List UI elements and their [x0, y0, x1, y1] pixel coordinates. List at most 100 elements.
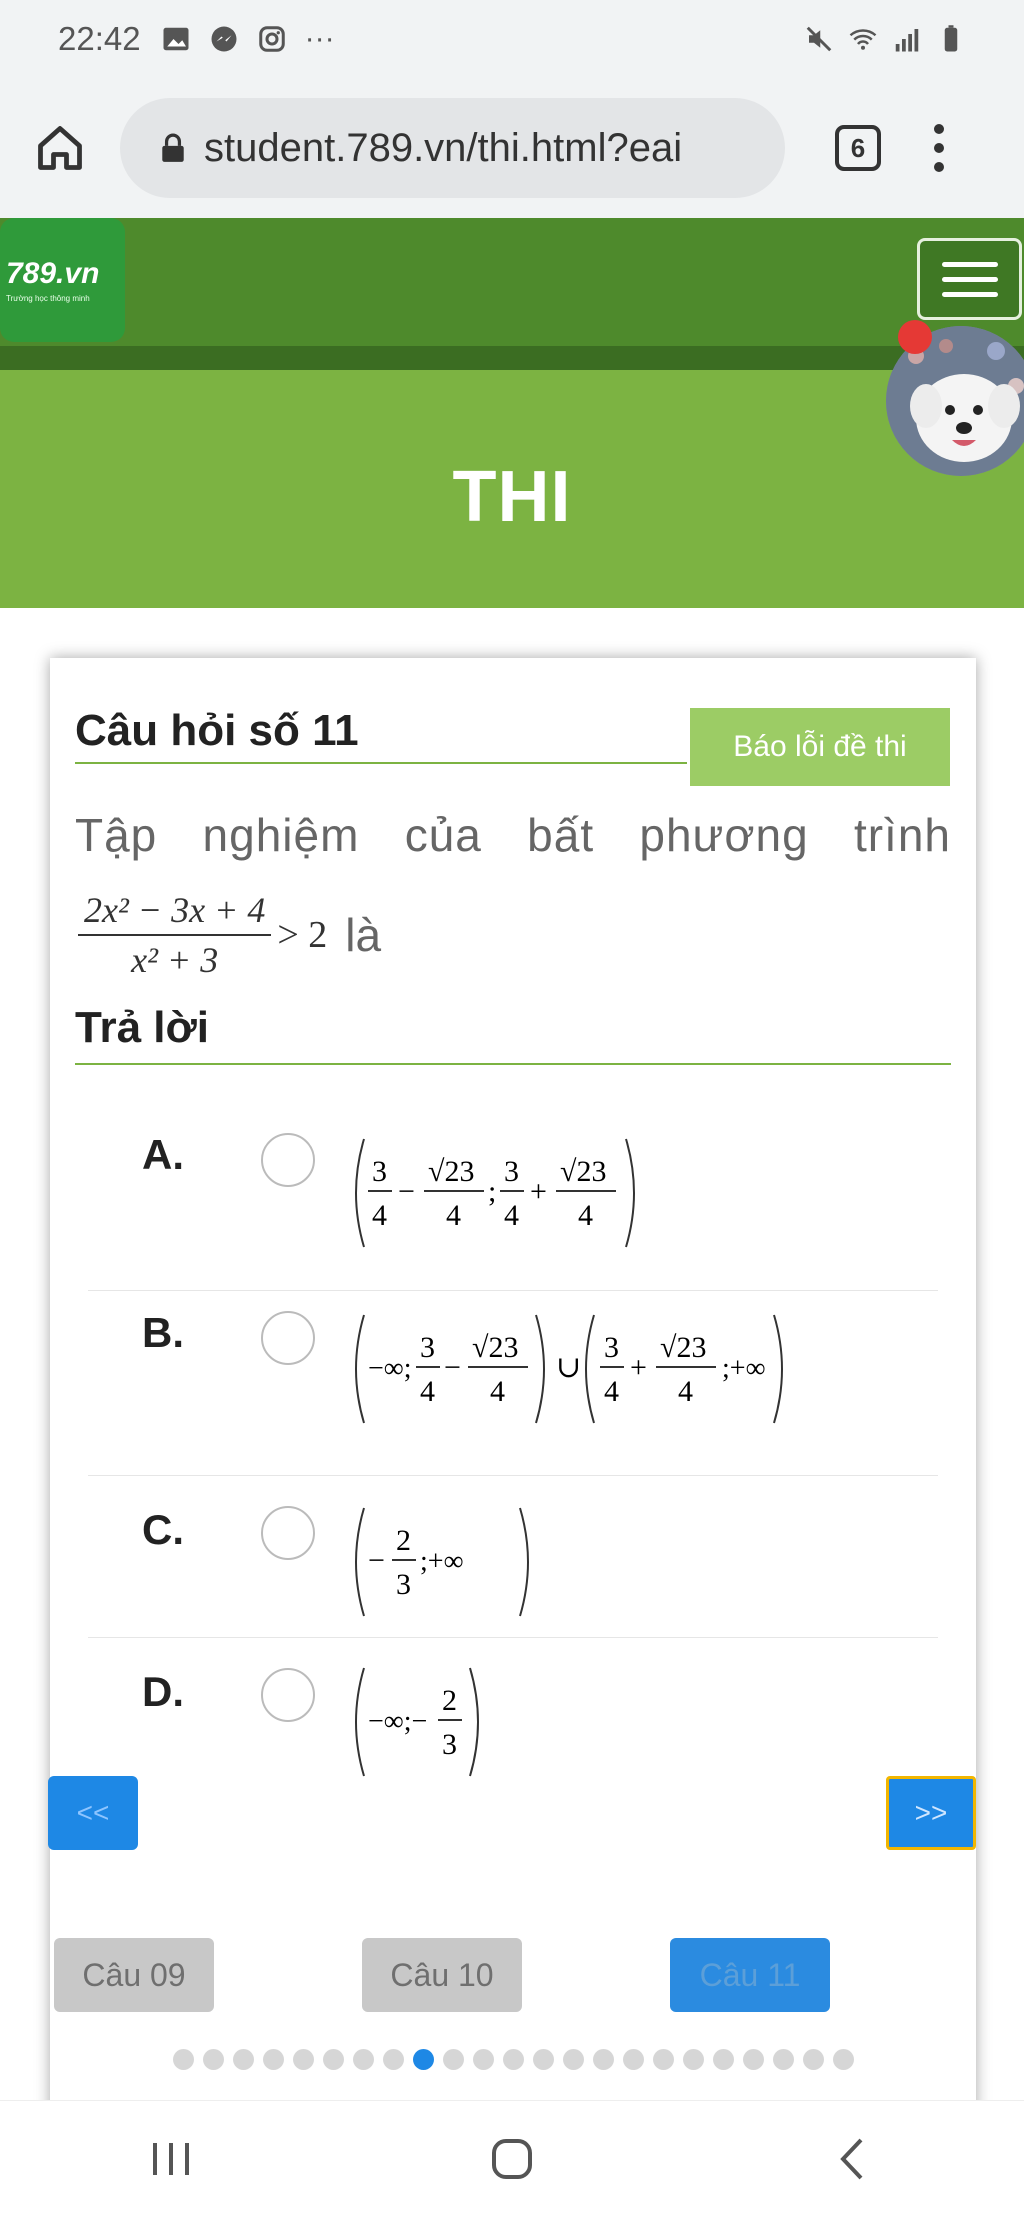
option-letter: C.: [142, 1506, 184, 1553]
pager-dot[interactable]: [833, 2049, 854, 2070]
option-radio[interactable]: [261, 1311, 315, 1365]
svg-text:;+∞: ;+∞: [722, 1353, 766, 1384]
option-formula: − 2 3 ;+∞: [355, 1507, 529, 1617]
option-letter: B.: [142, 1309, 184, 1356]
pager-dot[interactable]: [743, 2049, 764, 2070]
svg-text:4: 4: [604, 1375, 619, 1408]
back-button[interactable]: [813, 2129, 893, 2189]
svg-text:+: +: [630, 1351, 647, 1384]
hamburger-menu-button[interactable]: [917, 238, 1022, 320]
instagram-icon: [258, 26, 285, 52]
formula-rhs: > 2: [277, 914, 328, 956]
notification-badge: [898, 320, 932, 354]
svg-text:3: 3: [396, 1568, 411, 1601]
address-bar[interactable]: student.789.vn/thi.html?eai: [120, 98, 785, 198]
back-icon: [840, 2138, 863, 2180]
svg-text:∪: ∪: [556, 1351, 581, 1384]
pager-dot[interactable]: [353, 2049, 374, 2070]
question-button-11[interactable]: Câu 11: [670, 1938, 830, 2012]
wifi-icon: [849, 29, 877, 50]
question-pager-dots: [173, 2049, 854, 2070]
report-error-button[interactable]: Báo lỗi đề thi: [690, 708, 950, 786]
recent-apps-button[interactable]: [131, 2129, 211, 2189]
notification-icons: ···: [161, 22, 335, 56]
svg-text:√23: √23: [560, 1155, 606, 1188]
pager-dot[interactable]: [713, 2049, 734, 2070]
svg-text:4: 4: [490, 1375, 505, 1408]
pager-dot[interactable]: [293, 2049, 314, 2070]
status-time: 22:42: [58, 20, 141, 57]
url-text: student.789.vn/thi.html?eai: [204, 125, 683, 170]
site-logo[interactable]: 789.vn Trường học thông minh: [0, 218, 125, 342]
system-navigation-bar: [0, 2100, 1024, 2217]
svg-text:3: 3: [372, 1155, 387, 1188]
option-c[interactable]: C. − 2 3 ;+∞: [88, 1476, 938, 1638]
option-letter: A.: [142, 1131, 184, 1178]
next-question-button[interactable]: >>: [886, 1776, 976, 1850]
svg-text:3: 3: [604, 1331, 619, 1364]
option-a[interactable]: A. 3 4 − √23 4 ; 3 4 + √23 4: [88, 1093, 938, 1291]
svg-text:4: 4: [504, 1199, 519, 1232]
svg-text:4: 4: [446, 1199, 461, 1232]
svg-text:4: 4: [578, 1199, 593, 1232]
status-bar: 22:42 ···: [0, 0, 1024, 78]
page-hero: THI: [0, 370, 1024, 608]
messenger-icon: [211, 26, 237, 52]
option-formula: −∞; 3 4 − √23 4 ∪ 3 4 + √23 4 ;+∞: [355, 1314, 783, 1424]
question-header: Câu hỏi số 11: [75, 706, 687, 764]
question-text: Tập nghiệm của bất phương trình: [75, 809, 951, 861]
home-nav-button[interactable]: [472, 2129, 552, 2189]
svg-text:√23: √23: [472, 1331, 518, 1364]
question-card: Câu hỏi số 11 Báo lỗi đề thi Tập nghiệm …: [48, 658, 976, 2118]
logo-title: 789.vn: [6, 257, 100, 290]
option-radio[interactable]: [261, 1506, 315, 1560]
signal-icon: [895, 29, 919, 52]
logo-subtitle: Trường học thông minh: [6, 294, 90, 303]
pager-dot[interactable]: [443, 2049, 464, 2070]
pager-dot[interactable]: [383, 2049, 404, 2070]
pager-dot[interactable]: [503, 2049, 524, 2070]
pager-dot[interactable]: [533, 2049, 554, 2070]
tab-switcher-button[interactable]: 6: [835, 125, 881, 171]
pager-dot[interactable]: [233, 2049, 254, 2070]
gallery-icon: [163, 27, 189, 51]
pager-dot[interactable]: [413, 2049, 434, 2070]
option-radio[interactable]: [261, 1668, 315, 1722]
pager-dot[interactable]: [593, 2049, 614, 2070]
browser-menu-icon[interactable]: [929, 118, 949, 178]
prev-question-button[interactable]: <<: [48, 1776, 138, 1850]
system-icons: [804, 24, 966, 54]
svg-text:3: 3: [504, 1155, 519, 1188]
pager-dot[interactable]: [623, 2049, 644, 2070]
pager-dot[interactable]: [203, 2049, 224, 2070]
lock-icon: [162, 133, 184, 162]
option-d[interactable]: D. −∞;− 2 3: [88, 1638, 938, 1778]
more-icon: ···: [304, 22, 335, 55]
battery-icon: [944, 25, 958, 52]
pager-dot[interactable]: [773, 2049, 794, 2070]
pager-dot[interactable]: [683, 2049, 704, 2070]
pager-dot[interactable]: [263, 2049, 284, 2070]
home-button[interactable]: [30, 118, 90, 178]
site-header: 789.vn Trường học thông minh: [0, 218, 1024, 346]
mute-icon: [806, 26, 832, 52]
pager-dot[interactable]: [173, 2049, 194, 2070]
pager-dot[interactable]: [563, 2049, 584, 2070]
pager-dot[interactable]: [653, 2049, 674, 2070]
question-button-09[interactable]: Câu 09: [54, 1938, 214, 2012]
question-button-10[interactable]: Câu 10: [362, 1938, 522, 2012]
pager-dot[interactable]: [473, 2049, 494, 2070]
question-title: Câu hỏi số 11: [75, 706, 359, 755]
option-letter: D.: [142, 1668, 184, 1715]
svg-text:3: 3: [442, 1728, 457, 1761]
svg-text:√23: √23: [660, 1331, 706, 1364]
answer-title: Trả lời: [75, 1003, 209, 1052]
svg-text:−∞;: −∞;: [368, 1353, 412, 1384]
option-b[interactable]: B. −∞; 3 4 − √23 4 ∪ 3 4 + √23 4 ;+∞: [88, 1291, 938, 1476]
svg-text:;+∞: ;+∞: [420, 1546, 464, 1577]
svg-text:3: 3: [420, 1331, 435, 1364]
question-suffix: là: [345, 909, 382, 961]
pager-dot[interactable]: [323, 2049, 344, 2070]
option-radio[interactable]: [261, 1133, 315, 1187]
pager-dot[interactable]: [803, 2049, 824, 2070]
